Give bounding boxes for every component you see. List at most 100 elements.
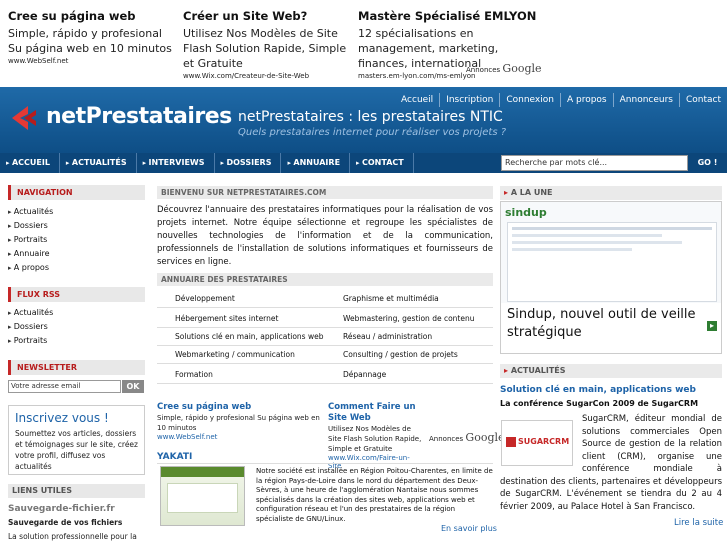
sindup-logo: sindup xyxy=(505,206,547,219)
yakati-title[interactable]: YAKATI xyxy=(157,452,192,462)
inscription-title[interactable]: Inscrivez vous ! xyxy=(15,411,138,425)
site-logo[interactable]: netPrestataires xyxy=(6,101,232,135)
google-brand: Google xyxy=(502,62,542,75)
annuaire-link[interactable]: Hébergement sites internet xyxy=(157,310,325,328)
newsletter-ok-button[interactable]: OK xyxy=(122,380,144,393)
lire-la-suite-link[interactable]: Lire la suite xyxy=(674,518,723,528)
inline-ad[interactable]: Cree su página web Simple, rápido y prof… xyxy=(157,402,322,441)
annuaire-link[interactable]: Développement xyxy=(157,290,325,308)
ad-title[interactable]: Créer un Site Web? xyxy=(183,9,353,24)
divider xyxy=(157,463,493,464)
newsletter-email-field[interactable]: Votre adresse email xyxy=(8,380,121,393)
nav-accueil[interactable]: ACCUEIL xyxy=(0,153,60,173)
ad-description: Simple, rápido y profesional Su página w… xyxy=(157,414,320,432)
next-arrow-icon[interactable]: ▸ xyxy=(707,321,717,331)
sidebar-item-actualites[interactable]: Actualités xyxy=(8,205,54,219)
annuaire-link[interactable]: Formation xyxy=(157,366,325,384)
lien-title[interactable]: Sauvegarde-fichier.fr xyxy=(8,504,145,514)
en-savoir-plus-link[interactable]: En savoir plus xyxy=(441,524,497,533)
actu-headline[interactable]: La conférence SugarCon 2009 de SugarCRM xyxy=(500,399,698,408)
thumb-header xyxy=(161,467,244,477)
newsletter-heading: NEWSLETTER xyxy=(8,360,145,375)
liens-heading: LIENS UTILES xyxy=(8,484,145,498)
annuaire-link[interactable]: Webmarketing / communication xyxy=(157,346,325,364)
navigation-heading: NAVIGATION xyxy=(8,185,145,200)
annuaire-link[interactable]: Graphisme et multimédia xyxy=(325,290,493,308)
ad-url[interactable]: www.WebSelf.net xyxy=(8,57,178,65)
screenshot-line xyxy=(512,234,662,237)
rss-list: Actualités Dossiers Portraits xyxy=(8,306,54,348)
annuaire-link[interactable]: Dépannage xyxy=(325,366,493,384)
annuaire-link[interactable]: Webmastering, gestion de contenu xyxy=(325,310,493,328)
ad-title[interactable]: Cree su página web xyxy=(157,402,322,413)
ad-description: Utilisez Nos Modèles de Site Flash Solut… xyxy=(328,425,422,453)
rss-item-dossiers[interactable]: Dossiers xyxy=(8,320,53,334)
liens-list: Sauvegarde-fichier.fr Sauvegarde de vos … xyxy=(8,504,145,541)
ad-block[interactable]: Créer un Site Web? Utilisez Nos Modèles … xyxy=(183,9,353,80)
top-links: Accueil Inscription Connexion A propos A… xyxy=(395,93,727,107)
welcome-heading: BIENVENU SUR NETPRESTATAIRES.COM xyxy=(157,186,493,199)
search-go-button[interactable]: GO ! xyxy=(688,155,727,171)
ad-title[interactable]: Cree su página web xyxy=(8,9,178,24)
annuaire-link[interactable]: Réseau / administration xyxy=(325,328,493,346)
ad-block[interactable]: Cree su página web Simple, rápido y prof… xyxy=(8,9,178,65)
sidebar-item-annuaire[interactable]: Annuaire xyxy=(8,247,53,261)
actualites-heading: ACTUALITÉS xyxy=(500,364,722,378)
inscription-box[interactable]: Inscrivez vous ! Soumettez vos articles,… xyxy=(8,405,145,475)
une-heading: A LA UNE xyxy=(500,186,722,200)
toplink-contact[interactable]: Contact xyxy=(678,93,727,107)
annuaire-link[interactable]: Solutions clé en main, applications web xyxy=(157,328,325,346)
logo-text: netPrestataires xyxy=(46,104,232,129)
lien-desc: La solution professionnelle pour la xyxy=(8,532,137,541)
nav-annuaire[interactable]: ANNUAIRE xyxy=(281,153,351,173)
annuaire-link[interactable]: Consulting / gestion de projets xyxy=(325,346,493,364)
logo-arrows-icon xyxy=(12,106,36,130)
nav-actualites[interactable]: ACTUALITÉS xyxy=(60,153,137,173)
sugarcrm-cube-icon xyxy=(506,437,516,447)
une-feature-image[interactable]: sindup Sindup, nouvel outil de veille st… xyxy=(500,201,722,354)
yakati-screenshot[interactable] xyxy=(160,466,245,526)
sidebar-item-apropos[interactable]: A propos xyxy=(8,261,53,275)
screenshot-line xyxy=(512,227,712,230)
rss-item-actualites[interactable]: Actualités xyxy=(8,306,54,320)
toplink-connexion[interactable]: Connexion xyxy=(499,93,560,107)
nav-dossiers[interactable]: DOSSIERS xyxy=(215,153,282,173)
screenshot-frame xyxy=(507,222,717,302)
sugarcrm-logo[interactable]: SUGARCRM xyxy=(501,420,573,466)
annonces-label: Annonces xyxy=(429,435,464,443)
toplink-inscription[interactable]: Inscription xyxy=(439,93,499,107)
ad-description: Utilisez Nos Modèles de Site Flash Solut… xyxy=(183,27,347,70)
ad-title[interactable]: Mastère Spécialisé EMLYON xyxy=(358,9,538,24)
inline-ad[interactable]: Comment Faire un Site Web Utilisez Nos M… xyxy=(328,402,423,470)
ad-url[interactable]: www.WebSelf.net xyxy=(157,433,322,441)
nav-interviews[interactable]: INTERVIEWS xyxy=(137,153,215,173)
sidebar-item-portraits[interactable]: Portraits xyxy=(8,233,53,247)
toplink-annonceurs[interactable]: Annonceurs xyxy=(612,93,679,107)
annuaire-heading: ANNUAIRE DES PRESTATAIRES xyxy=(157,273,493,286)
top-ad-banner: Cree su página web Simple, rápido y prof… xyxy=(0,0,727,85)
sidebar-item-dossiers[interactable]: Dossiers xyxy=(8,219,53,233)
toplink-accueil[interactable]: Accueil xyxy=(395,93,439,107)
nav-contact[interactable]: CONTACT xyxy=(350,153,414,173)
screenshot-line xyxy=(512,248,632,251)
sugarcrm-wordmark: SUGARCRM xyxy=(518,437,570,446)
ad-title[interactable]: Comment Faire un Site Web xyxy=(328,402,423,424)
une-caption[interactable]: Sindup, nouvel outil de veille stratégiq… xyxy=(501,303,721,353)
google-ads-label[interactable]: Annonces Google xyxy=(429,431,505,444)
site-header: netPrestataires Accueil Inscription Conn… xyxy=(0,87,727,153)
navigation-list: Actualités Dossiers Portraits Annuaire A… xyxy=(8,205,54,275)
lien-sub: Sauvegarde de vos fichiers xyxy=(8,518,123,527)
ad-url[interactable]: www.Wix.com/Createur-de-Site-Web xyxy=(183,72,353,80)
actu-category[interactable]: Solution clé en main, applications web xyxy=(500,385,696,395)
toplink-apropos[interactable]: A propos xyxy=(559,93,613,107)
rss-item-portraits[interactable]: Portraits xyxy=(8,334,53,348)
site-subtitle: Quels prestataires internet pour réalise… xyxy=(238,127,507,138)
search-input[interactable]: Recherche par mots clé... xyxy=(501,155,688,171)
screenshot-line xyxy=(512,241,682,244)
site-title: netPrestataires : les prestataires NTIC xyxy=(238,109,503,125)
inscription-text: Soumettez vos articles, dossiers et témo… xyxy=(15,429,138,471)
ad-description: Simple, rápido y profesional Su página w… xyxy=(8,27,172,55)
rss-heading: FLUX RSS xyxy=(8,287,145,302)
thumb-content xyxy=(167,483,238,513)
google-ads-label[interactable]: Annonces Google xyxy=(466,62,542,75)
